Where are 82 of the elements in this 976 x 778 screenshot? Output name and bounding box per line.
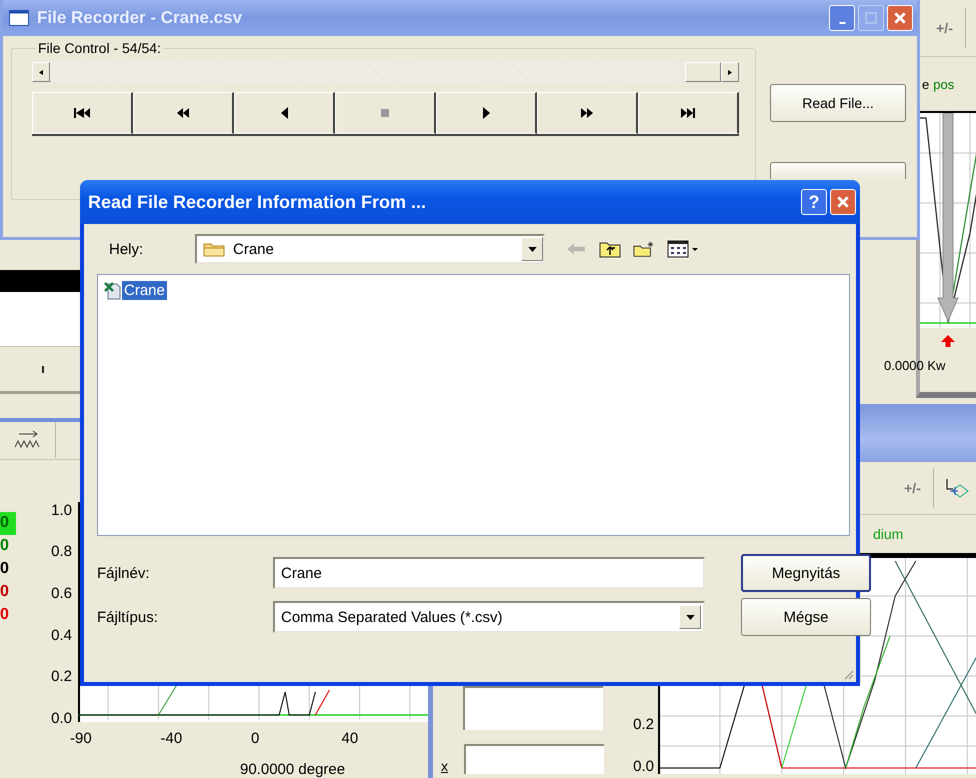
window-title: File Recorder - Crane.csv: [37, 8, 244, 28]
help-button[interactable]: ?: [801, 189, 827, 215]
value-text: 0: [0, 606, 9, 624]
legend-text: pos: [933, 76, 954, 92]
axis-tick-label: 0.6: [51, 584, 72, 603]
input-field[interactable]: [464, 744, 604, 774]
dropdown-arrow-icon[interactable]: [528, 246, 536, 252]
stop-icon: [381, 109, 389, 117]
close-icon: [836, 195, 850, 209]
push-button[interactable]: [770, 162, 906, 179]
scrollbar-thumb[interactable]: [685, 62, 721, 82]
step-back-button[interactable]: [234, 92, 335, 134]
close-icon: [893, 11, 907, 25]
axis-tick-label: 0.0: [51, 710, 72, 728]
resize-grip-icon[interactable]: [842, 668, 854, 680]
value-text: 0: [0, 583, 9, 602]
rewind-icon: [177, 108, 189, 118]
file-name: Crane: [122, 281, 167, 300]
value-text: 0: [0, 560, 9, 578]
axis-tick-label: -40: [160, 730, 184, 749]
axis-tick-label: 0.8: [51, 543, 72, 562]
input-field[interactable]: [463, 686, 603, 730]
view-menu-icon[interactable]: [667, 240, 699, 258]
minimize-button[interactable]: [829, 5, 855, 31]
tick-mark: [42, 366, 44, 372]
arrow-left-icon: [39, 68, 43, 76]
dialog-title: Read File Recorder Information From ...: [88, 192, 428, 212]
scroll-left-button[interactable]: [32, 62, 50, 82]
plus-minus-button[interactable]: +/-: [924, 8, 966, 48]
folder-icon: [203, 241, 225, 257]
spreadsheet-file-icon: [104, 282, 122, 300]
cancel-button[interactable]: Mégse: [741, 598, 871, 636]
value-readout: 0.0000 Kw: [884, 357, 946, 373]
scroll-right-button[interactable]: [721, 62, 739, 82]
filename-field[interactable]: Crane: [273, 557, 705, 589]
filename-label: Fájlnév:: [97, 564, 151, 582]
filetype-label: Fájltípus:: [97, 608, 159, 626]
play-button[interactable]: [436, 92, 537, 134]
arrow-right-icon: [728, 68, 732, 76]
close-button[interactable]: [887, 5, 913, 31]
file-list[interactable]: Crane: [97, 274, 850, 536]
location-label: Hely:: [108, 240, 144, 258]
new-folder-icon[interactable]: [633, 240, 655, 258]
value-readout: 90.0000 degree: [239, 761, 346, 778]
axis-tick-label: 1.0: [51, 502, 72, 520]
axis-tick-label: 0.4: [51, 626, 72, 645]
axis-tick-label: 0.2: [51, 668, 72, 686]
skip-start-icon: [74, 108, 90, 118]
read-file-button[interactable]: Read File...: [770, 84, 906, 122]
waveform-icon: [12, 430, 42, 450]
skip-end-button[interactable]: [638, 92, 739, 134]
axis-tick-label: -90: [70, 730, 93, 749]
legend-text: e: [922, 76, 930, 92]
axis-tick-label: 0.0: [633, 758, 654, 776]
axis-tick-label: 40: [342, 730, 360, 749]
value-text: 0: [0, 537, 9, 556]
filetype-dropdown[interactable]: Comma Separated Values (*.csv): [273, 601, 705, 633]
file-item[interactable]: Crane: [104, 281, 167, 300]
axis-tick-label: 0: [251, 730, 260, 749]
legend-text: dium: [873, 526, 904, 542]
maximize-icon: [865, 12, 877, 24]
close-button[interactable]: [830, 189, 856, 215]
up-folder-icon[interactable]: [599, 240, 621, 258]
location-dropdown[interactable]: Crane: [195, 234, 545, 264]
skip-start-button[interactable]: [32, 92, 133, 134]
skip-end-icon: [681, 108, 695, 118]
value-text: 0: [0, 514, 9, 532]
axis-label: x: [441, 758, 448, 774]
plus-minus-button[interactable]: +/-: [892, 468, 934, 508]
arrow-up-icon: [941, 335, 955, 347]
group-label: File Control - 54/54:: [37, 40, 162, 56]
fast-forward-button[interactable]: [537, 92, 638, 134]
axes-icon: [944, 477, 970, 499]
window-icon: [9, 10, 29, 26]
minimize-icon: [838, 22, 846, 24]
dropdown-arrow-icon[interactable]: [686, 614, 694, 620]
rewind-button[interactable]: [133, 92, 234, 134]
play-icon: [482, 107, 490, 119]
step-back-icon: [280, 107, 288, 119]
open-button[interactable]: Megnyitás: [741, 554, 871, 592]
axis-tick-label: 0.2: [633, 716, 654, 734]
fast-forward-icon: [581, 108, 593, 118]
